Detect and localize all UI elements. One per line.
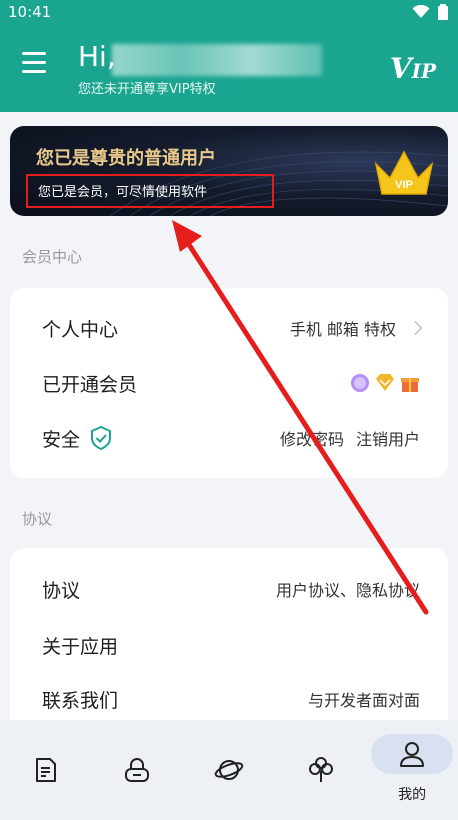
personal-center-row[interactable]: 个人中心 手机 邮箱 特权 <box>10 300 448 356</box>
member-badges <box>350 373 420 393</box>
vip-logo-ip: IP <box>411 59 436 83</box>
change-password-link[interactable]: 修改密码 <box>280 426 344 450</box>
agreement-row[interactable]: 协议 用户协议、隐私协议 <box>10 561 448 617</box>
banner-title: 您已是尊贵的普通用户 <box>36 148 216 169</box>
vip-logo-v: V <box>389 52 412 85</box>
activated-member-row[interactable]: 已开通会员 <box>10 355 448 411</box>
vip-status-subtitle: 您还未开通尊享VIP特权 <box>78 82 216 97</box>
agreement-card: 协议 用户协议、隐私协议 关于应用 联系我们 与开发者面对面 <box>10 548 448 720</box>
nav-tab-planet[interactable] <box>188 734 270 814</box>
nav-tab-clover[interactable] <box>280 734 362 814</box>
member-center-section-label: 会员中心 <box>22 248 83 266</box>
clover-icon <box>308 757 333 782</box>
user-icon <box>400 742 425 767</box>
diamond-icon <box>376 374 394 391</box>
personal-center-label: 个人中心 <box>42 318 119 341</box>
vip-badge-icon <box>351 374 369 392</box>
vip-banner[interactable]: 您已是尊贵的普通用户 您已是会员，可尽情使用软件 VIP <box>10 126 448 216</box>
contact-us-value: 与开发者面对面 <box>307 691 420 710</box>
agreement-section-label: 协议 <box>22 510 53 528</box>
menu-button[interactable] <box>22 52 54 78</box>
lock-icon <box>125 758 150 782</box>
member-center-card: 个人中心 手机 邮箱 特权 已开通会员 安全 修改密码 注销用户 <box>10 288 448 478</box>
chevron-right-icon <box>407 320 423 336</box>
nav-tab-mine[interactable]: 我的 <box>371 734 454 814</box>
delete-account-link[interactable]: 注销用户 <box>356 426 420 450</box>
nav-tab-documents[interactable] <box>5 734 87 814</box>
wifi-icon <box>412 5 430 18</box>
status-time: 10:41 <box>8 3 52 21</box>
bottom-navigation: 我的 <box>0 720 458 820</box>
security-label: 安全 <box>42 428 81 451</box>
status-bar: 10:41 <box>0 0 458 24</box>
greeting-text: Hi, <box>78 40 116 73</box>
gift-icon <box>401 378 419 392</box>
profile-header: Hi, 您还未开通尊享VIP特权 VIP <box>0 24 458 112</box>
battery-icon <box>438 4 448 20</box>
document-icon <box>35 758 56 782</box>
nav-tab-lock[interactable] <box>96 734 178 814</box>
contact-us-label: 联系我们 <box>42 689 119 712</box>
status-icons <box>412 4 448 20</box>
nav-label-mine: 我的 <box>398 787 427 803</box>
agreement-label: 协议 <box>42 579 81 602</box>
activated-member-label: 已开通会员 <box>42 373 138 396</box>
vip-crown-icon: VIP <box>374 150 434 195</box>
about-app-label: 关于应用 <box>42 635 119 658</box>
hamburger-icon-line <box>22 52 46 55</box>
contact-us-row[interactable]: 联系我们 与开发者面对面 <box>10 671 448 727</box>
shield-check-icon <box>91 426 112 450</box>
blurred-username <box>112 44 322 76</box>
hamburger-icon-line <box>22 70 46 73</box>
security-row[interactable]: 安全 修改密码 注销用户 <box>10 410 448 466</box>
about-app-row[interactable]: 关于应用 <box>10 617 448 673</box>
banner-subtitle-highlighted: 您已是会员，可尽情使用软件 <box>26 174 274 208</box>
planet-icon <box>214 760 244 780</box>
agreement-value: 用户协议、隐私协议 <box>275 581 420 600</box>
hamburger-icon-line <box>22 61 46 64</box>
personal-center-value: 手机 邮箱 特权 <box>289 320 396 339</box>
vip-logo[interactable]: VIP <box>390 52 436 85</box>
crown-vip-label: VIP <box>395 179 413 191</box>
